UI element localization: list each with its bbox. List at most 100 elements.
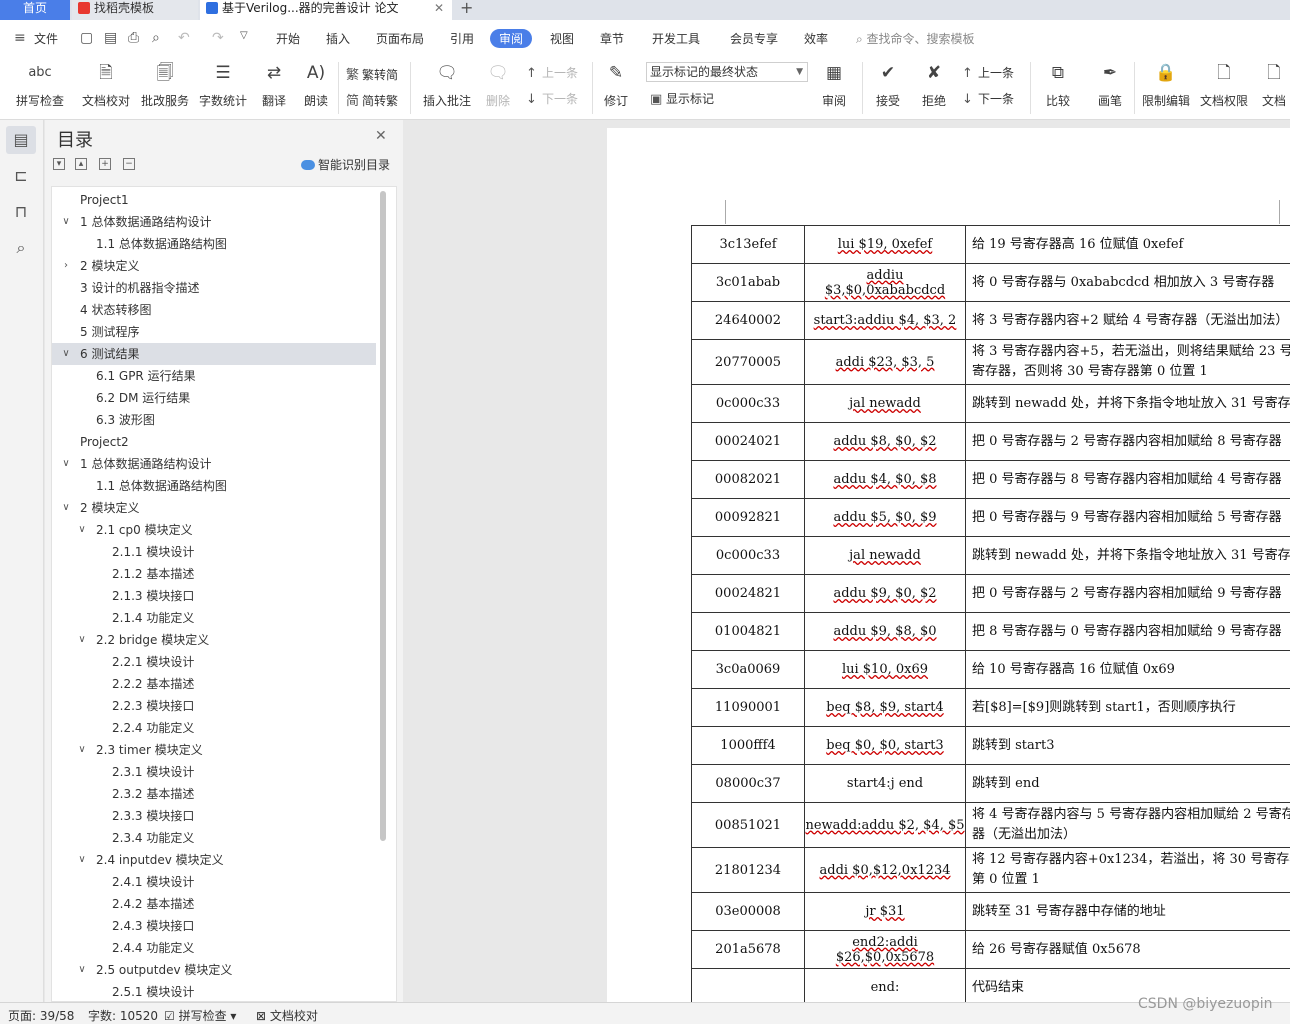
- toc-item[interactable]: 2.2.1 模块设计: [52, 651, 376, 673]
- prev-comment-button[interactable]: ↑ 上一条: [526, 64, 578, 81]
- toc-item[interactable]: ∨ 2.2 bridge 模块定义: [52, 629, 376, 651]
- assembly-cell[interactable]: addu $8, $0, $2: [804, 422, 966, 461]
- chevron-down-icon[interactable]: ∨: [76, 959, 88, 981]
- chevron-down-icon[interactable]: ∨: [60, 497, 72, 519]
- description-cell[interactable]: 跳转至 31 号寄存器中存储的地址: [965, 892, 1290, 931]
- accept-button[interactable]: ✔ 接受: [868, 60, 908, 109]
- machine-code-cell[interactable]: 01004821: [691, 612, 805, 651]
- machine-code-cell[interactable]: 24640002: [691, 301, 805, 340]
- assembly-cell[interactable]: lui $10, 0x69: [804, 650, 966, 689]
- menu-member[interactable]: 会员专享: [730, 30, 778, 47]
- assembly-cell[interactable]: start4:j end: [804, 764, 966, 803]
- toc-item[interactable]: 2.2.2 基本描述: [52, 673, 376, 695]
- menu-file[interactable]: 文件: [34, 30, 58, 47]
- toc-item[interactable]: 2.4.3 模块接口: [52, 915, 376, 937]
- toc-item[interactable]: 6.2 DM 运行结果: [52, 387, 376, 409]
- machine-code-cell[interactable]: 0c000c33: [691, 536, 805, 575]
- wordcount-button[interactable]: ☰ 字数统计: [196, 60, 250, 109]
- structure-icon[interactable]: ⊏: [6, 162, 36, 190]
- description-cell[interactable]: 将 3 号寄存器内容+5，若无溢出，则将结果赋给 23 号寄存器，否则将 30 …: [965, 339, 1290, 385]
- smart-toc-button[interactable]: 智能识别目录: [301, 156, 390, 173]
- menu-insert[interactable]: 插入: [326, 30, 350, 47]
- toc-item[interactable]: 2.4.2 基本描述: [52, 893, 376, 915]
- toc-item[interactable]: 2.3.4 功能定义: [52, 827, 376, 849]
- review-pane-button[interactable]: ▦ 审阅: [814, 60, 854, 109]
- description-cell[interactable]: 将 0 号寄存器与 0xababcdcd 相加放入 3 号寄存器: [965, 263, 1290, 302]
- restrict-edit-button[interactable]: 🔒 限制编辑: [1140, 60, 1192, 109]
- toc-item[interactable]: 3 设计的机器指令描述: [52, 277, 376, 299]
- spellcheck-button[interactable]: abc 拼写检查: [10, 60, 70, 109]
- hamburger-icon[interactable]: ≡: [14, 30, 26, 46]
- toc-item[interactable]: ∨ 2.3 timer 模块定义: [52, 739, 376, 761]
- translate-button[interactable]: ⇄ 翻译: [254, 60, 294, 109]
- machine-code-cell[interactable]: 00082021: [691, 460, 805, 499]
- document-page[interactable]: 3c13efef lui $19, 0xefef 给 19 号寄存器高 16 位赋值…: [607, 128, 1290, 1024]
- close-icon[interactable]: ✕: [434, 0, 444, 16]
- toc-item[interactable]: 2.3.1 模块设计: [52, 761, 376, 783]
- toc-item[interactable]: 6.1 GPR 运行结果: [52, 365, 376, 387]
- doc-permission-button[interactable]: 🗋 文档权限: [1198, 60, 1250, 109]
- toc-item[interactable]: 2.1.4 功能定义: [52, 607, 376, 629]
- status-proofread[interactable]: ⊠ 文档校对: [256, 1007, 318, 1024]
- toc-item[interactable]: Project1: [52, 189, 376, 211]
- assembly-cell[interactable]: beq $0, $0, start3: [804, 726, 966, 765]
- machine-code-cell[interactable]: 00024821: [691, 574, 805, 613]
- expand-up-icon[interactable]: ▴: [75, 158, 87, 170]
- assembly-cell[interactable]: jr $31: [804, 892, 966, 931]
- toc-item[interactable]: 1.1 总体数据通路结构图: [52, 233, 376, 255]
- toc-item[interactable]: ∨ 1 总体数据通路结构设计: [52, 453, 376, 475]
- machine-code-cell[interactable]: 3c13efef: [691, 225, 805, 264]
- save-icon[interactable]: ▢: [80, 30, 93, 46]
- close-icon[interactable]: ✕: [375, 128, 387, 144]
- tab-template[interactable]: 找稻壳模板: [72, 0, 198, 20]
- assembly-cell[interactable]: addiu $3,$0,0xababcdcd: [804, 263, 966, 302]
- description-cell[interactable]: 把 0 号寄存器与 2 号寄存器内容相加赋给 9 号寄存器: [965, 574, 1290, 613]
- chevron-down-icon[interactable]: ∨: [60, 453, 72, 475]
- description-cell[interactable]: 给 26 号寄存器赋值 0x5678: [965, 930, 1290, 969]
- chevron-down-icon[interactable]: ∨: [76, 849, 88, 871]
- assembly-cell[interactable]: jal newadd: [804, 384, 966, 423]
- toc-item[interactable]: › 2 模块定义: [52, 255, 376, 277]
- description-cell[interactable]: 将 12 号寄存器内容+0x1234，若溢出，将 30 号寄存器第 0 位置 1: [965, 847, 1290, 893]
- export-pdf-icon[interactable]: ▤: [104, 30, 117, 46]
- next-comment-button[interactable]: ↓ 下一条: [526, 90, 578, 107]
- menu-review[interactable]: 审阅: [490, 29, 533, 48]
- markup-state-select[interactable]: 显示标记的最终状态 ▼: [646, 62, 808, 82]
- chevron-down-icon[interactable]: ∨: [76, 629, 88, 651]
- show-markup-button[interactable]: ▣ 显示标记: [650, 90, 714, 107]
- collapse-icon[interactable]: ▾: [53, 158, 65, 170]
- new-tab-icon[interactable]: +: [460, 0, 473, 17]
- toc-item[interactable]: 2.1.3 模块接口: [52, 585, 376, 607]
- chevron-down-icon[interactable]: ∨: [60, 343, 72, 365]
- toc-item[interactable]: 5 测试程序: [52, 321, 376, 343]
- toc-item[interactable]: ∨ 6 测试结果: [52, 343, 376, 365]
- read-aloud-button[interactable]: A) 朗读: [298, 60, 334, 109]
- description-cell[interactable]: 把 0 号寄存器与 9 号寄存器内容相加赋给 5 号寄存器: [965, 498, 1290, 537]
- toc-item[interactable]: 2.1.2 基本描述: [52, 563, 376, 585]
- prev-change-button[interactable]: ↑ 上一条: [962, 64, 1014, 81]
- toc-item[interactable]: 2.4.4 功能定义: [52, 937, 376, 959]
- menu-devtools[interactable]: 开发工具: [652, 30, 700, 47]
- toc-item[interactable]: ∨ 2.1 cp0 模块定义: [52, 519, 376, 541]
- chevron-down-icon[interactable]: ∨: [76, 519, 88, 541]
- toc-item[interactable]: ∨ 1 总体数据通路结构设计: [52, 211, 376, 233]
- tab-document[interactable]: 基于Verilog...器的完善设计 论文 ✕: [200, 0, 452, 20]
- simp-to-trad-button[interactable]: 简简转繁: [346, 90, 398, 109]
- status-spellcheck[interactable]: ☑ 拼写检查 ▾: [164, 1007, 236, 1024]
- redo-icon[interactable]: ↷: [212, 30, 224, 46]
- description-cell[interactable]: 把 8 号寄存器与 0 号寄存器内容相加赋给 9 号寄存器: [965, 612, 1290, 651]
- assembly-cell[interactable]: start3:addiu $4, $3, 2: [804, 301, 966, 340]
- chevron-down-icon[interactable]: ∨: [60, 211, 72, 233]
- machine-code-cell[interactable]: 08000c37: [691, 764, 805, 803]
- description-cell[interactable]: 将 3 号寄存器内容+2 赋给 4 号寄存器（无溢出加法）: [965, 301, 1290, 340]
- assembly-cell[interactable]: newadd:addu $2, $4, $5: [804, 802, 966, 848]
- trad-to-simp-button[interactable]: 繁繁转简: [346, 64, 398, 83]
- assembly-cell[interactable]: addi $0,$12,0x1234: [804, 847, 966, 893]
- bookmark-icon[interactable]: ⊓: [6, 198, 36, 226]
- next-change-button[interactable]: ↓ 下一条: [962, 90, 1014, 107]
- print-icon[interactable]: ⎙: [128, 30, 139, 46]
- command-search[interactable]: ⌕ 查找命令、搜索模板: [856, 30, 975, 47]
- toc-item[interactable]: 2.2.4 功能定义: [52, 717, 376, 739]
- assembly-cell[interactable]: addi $23, $3, 5: [804, 339, 966, 385]
- track-changes-button[interactable]: ✎ 修订: [598, 60, 634, 109]
